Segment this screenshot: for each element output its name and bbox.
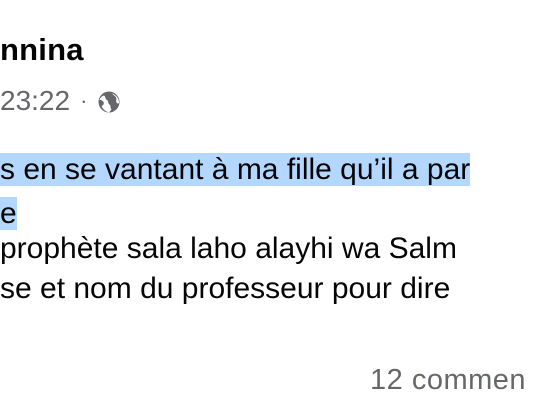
facebook-post: nnina 23:22 · s en se vantant à ma fille…	[0, 0, 560, 411]
post-text-line: e	[0, 195, 17, 233]
meta-separator: ·	[80, 88, 88, 113]
post-meta: 23:22 ·	[0, 84, 121, 118]
globe-icon	[97, 89, 121, 113]
comments-count-link[interactable]: 12 commen	[370, 364, 526, 397]
post-timestamp[interactable]: 23:22	[0, 85, 70, 117]
post-author-name[interactable]: nnina	[0, 32, 84, 68]
post-text-line: prophète sala laho alayhi wa Salm	[0, 232, 457, 265]
highlighted-text: e	[0, 197, 17, 230]
post-text-line: se et nom du professeur pour dire	[0, 272, 451, 305]
post-text-line: s en se vantant à ma fille qu’il a par	[0, 151, 471, 189]
highlighted-text: s en se vantant à ma fille qu’il a par	[0, 153, 471, 186]
